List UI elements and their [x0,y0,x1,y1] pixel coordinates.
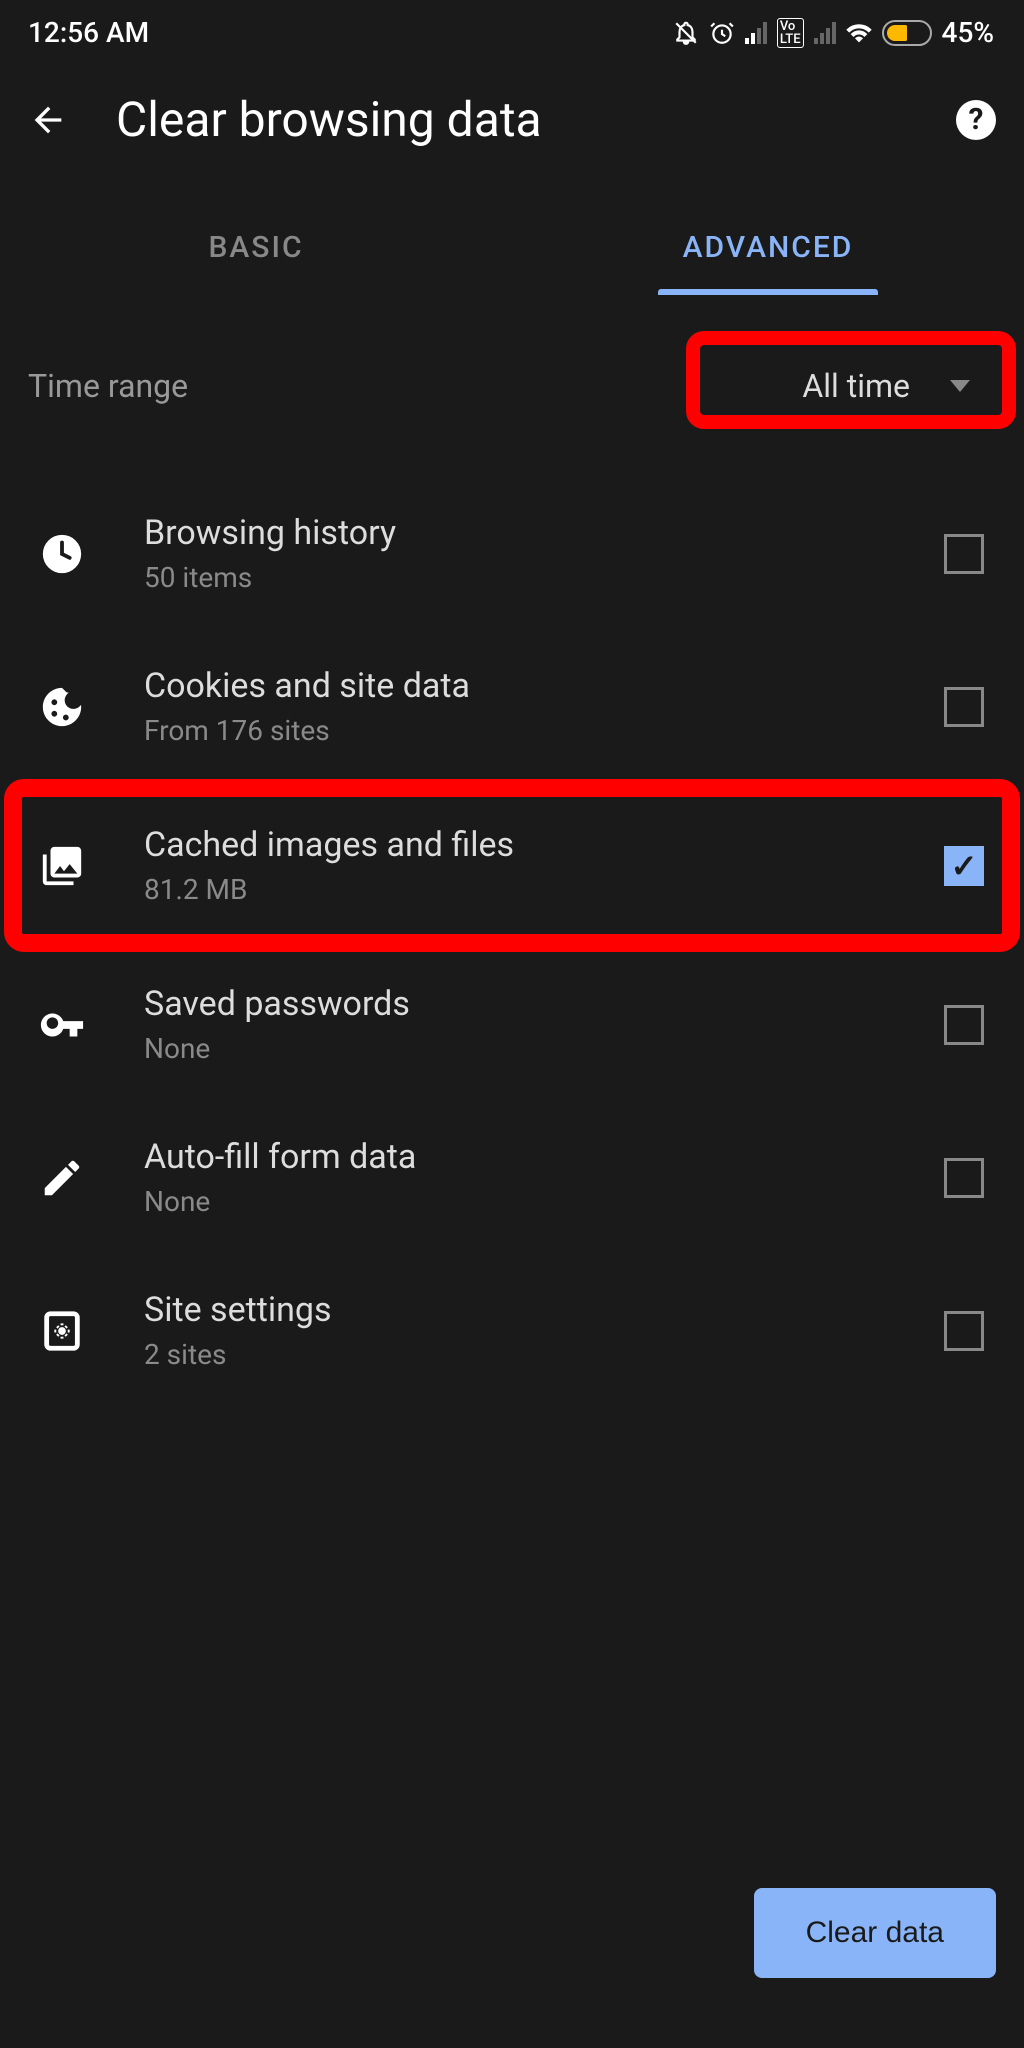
item-text: Browsing history 50 items [144,513,888,594]
signal-icon-2 [814,22,836,44]
header: Clear browsing data ? [0,61,1024,178]
item-site-settings[interactable]: Site settings 2 sites [0,1254,1024,1407]
checkbox[interactable] [944,1311,984,1351]
item-subtitle: 2 sites [144,1338,888,1371]
tabs: BASIC ADVANCED [0,208,1024,291]
item-autofill[interactable]: Auto-fill form data None [0,1101,1024,1254]
item-browsing-history[interactable]: Browsing history 50 items [0,477,1024,630]
back-arrow-icon[interactable] [28,100,68,140]
checkbox[interactable] [944,687,984,727]
checkbox[interactable] [944,534,984,574]
item-text: Saved passwords None [144,984,888,1065]
tab-advanced[interactable]: ADVANCED [512,208,1024,291]
item-title: Browsing history [144,513,888,553]
item-title: Cookies and site data [144,666,888,706]
status-icons: VoLTE 45% [673,16,994,49]
status-time: 12:56 AM [28,16,149,49]
checkbox[interactable] [944,1158,984,1198]
item-title: Cached images and files [144,825,888,865]
chevron-down-icon [950,380,970,392]
key-icon [36,999,88,1051]
volte-badge: VoLTE [777,18,804,48]
item-subtitle: None [144,1185,888,1218]
item-subtitle: 50 items [144,561,888,594]
clear-data-button[interactable]: Clear data [754,1888,996,1978]
time-range-dropdown[interactable]: All time [776,349,996,423]
item-subtitle: From 176 sites [144,714,888,747]
item-text: Cookies and site data From 176 sites [144,666,888,747]
page-title: Clear browsing data [116,91,908,148]
help-icon[interactable]: ? [956,100,996,140]
battery-icon [882,20,932,46]
item-text: Site settings 2 sites [144,1290,888,1371]
item-title: Site settings [144,1290,888,1330]
settings-page-icon [36,1305,88,1357]
checkbox[interactable] [944,846,984,886]
item-cached-images[interactable]: Cached images and files 81.2 MB [0,783,1024,948]
time-range-row: Time range All time [0,295,1024,477]
item-title: Saved passwords [144,984,888,1024]
item-text: Cached images and files 81.2 MB [144,825,888,906]
tab-basic[interactable]: BASIC [0,208,512,291]
cookie-icon [36,681,88,733]
clock-icon [36,528,88,580]
notifications-off-icon [673,20,699,46]
alarm-icon [709,20,735,46]
battery-percent: 45% [942,16,994,49]
item-subtitle: None [144,1032,888,1065]
item-text: Auto-fill form data None [144,1137,888,1218]
time-range-value: All time [802,367,910,405]
time-range-label: Time range [28,367,188,405]
images-icon [36,840,88,892]
signal-icon-1 [745,22,767,44]
status-bar: 12:56 AM VoLTE 45% [0,0,1024,61]
item-subtitle: 81.2 MB [144,873,888,906]
item-title: Auto-fill form data [144,1137,888,1177]
item-saved-passwords[interactable]: Saved passwords None [0,948,1024,1101]
wifi-icon [846,20,872,46]
checkbox[interactable] [944,1005,984,1045]
pencil-icon [36,1152,88,1204]
item-cookies[interactable]: Cookies and site data From 176 sites [0,630,1024,783]
